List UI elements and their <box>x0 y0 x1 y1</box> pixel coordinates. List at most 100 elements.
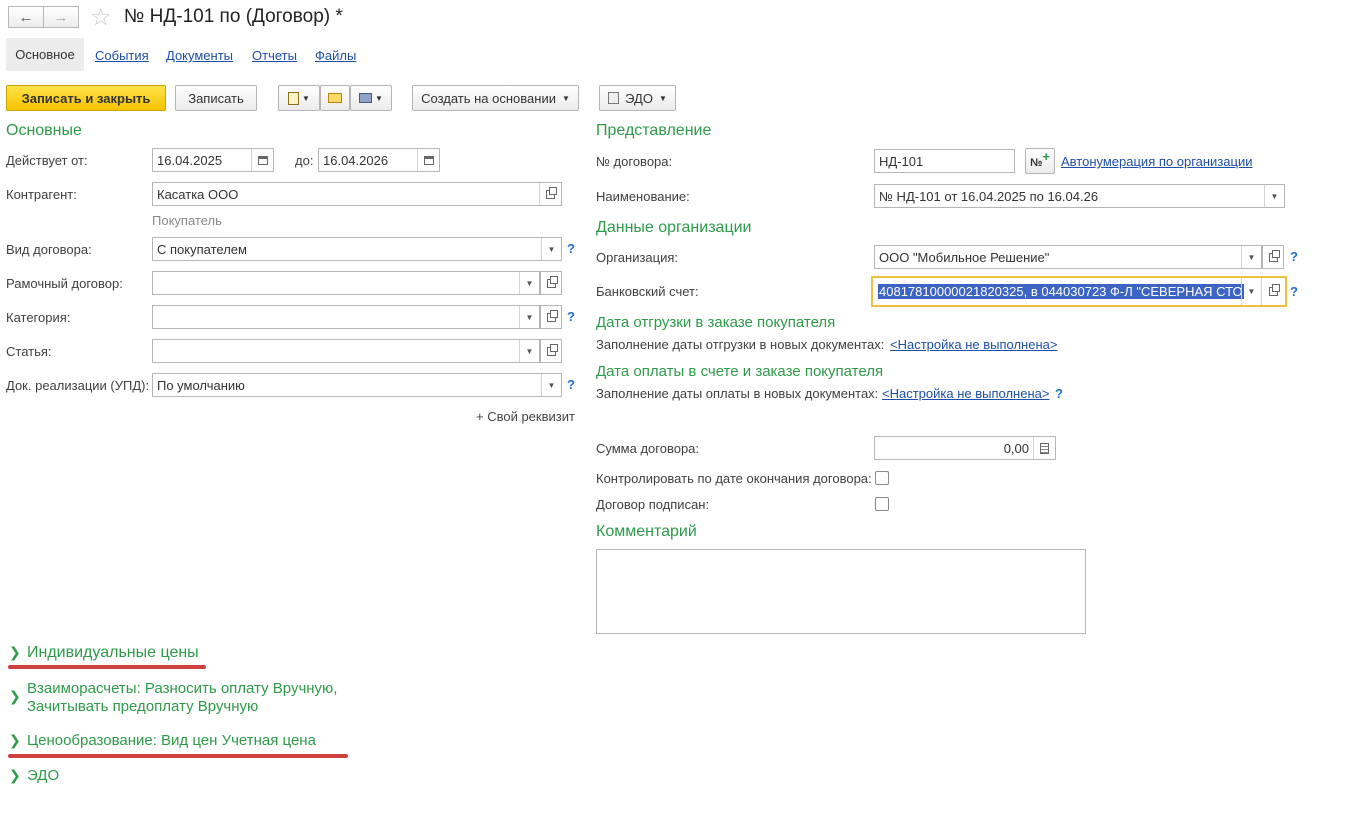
tab-main[interactable]: Основное <box>6 38 84 71</box>
chevron-down-icon[interactable]: ▼ <box>541 238 561 260</box>
frame-contract-field[interactable]: ▼ <box>152 271 540 295</box>
article-label: Статья: <box>6 344 52 359</box>
chevron-down-icon[interactable]: ▼ <box>1241 278 1261 305</box>
chevron-right-icon[interactable]: ❯ <box>9 644 21 661</box>
calculator-icon[interactable] <box>1033 437 1055 459</box>
open-icon <box>1268 249 1280 262</box>
star-icon[interactable]: ☆ <box>90 3 112 32</box>
number-plus-icon: №+ <box>1030 148 1050 169</box>
window-title: № НД-101 по (Договор) * <box>124 6 343 27</box>
chevron-down-icon[interactable]: ▼ <box>1241 246 1261 268</box>
open-org-button[interactable] <box>1262 245 1284 269</box>
counterparty-label: Контрагент: <box>6 187 77 202</box>
chevron-down-icon[interactable]: ▼ <box>519 306 539 328</box>
group-individual-prices[interactable]: Индивидуальные цены <box>27 644 199 662</box>
open-icon[interactable] <box>1261 278 1285 305</box>
calendar-icon[interactable] <box>251 149 273 171</box>
chevron-right-icon[interactable]: ❯ <box>9 767 21 784</box>
org-field[interactable]: ООО "Мобильное Решение" ▼ <box>874 245 1262 269</box>
chevron-down-icon[interactable]: ▼ <box>541 374 561 396</box>
control-end-label: Контролировать по дате окончания договор… <box>596 471 872 486</box>
realization-doc-label: Док. реализации (УПД): <box>6 378 150 393</box>
chevron-down-icon: ▼ <box>561 93 570 103</box>
bank-account-value: 40817810000021820325, в 044030723 Ф-Л "С… <box>878 284 1244 299</box>
edo-button[interactable]: ЭДО ▼ <box>599 85 676 111</box>
create-based-button[interactable]: Создать на основании ▼ <box>412 85 579 111</box>
help-icon[interactable]: ? <box>567 309 575 324</box>
email-button[interactable] <box>320 85 350 111</box>
open-article-button[interactable] <box>540 339 562 363</box>
name-label: Наименование: <box>596 189 690 204</box>
chevron-down-icon: ▼ <box>375 93 383 103</box>
open-icon <box>546 275 558 288</box>
category-label: Категория: <box>6 310 71 325</box>
autonum-button[interactable]: №+ <box>1025 148 1055 174</box>
help-icon[interactable]: ? <box>1055 386 1063 401</box>
signed-label: Договор подписан: <box>596 497 710 512</box>
control-end-checkbox[interactable] <box>875 471 889 485</box>
comment-textarea[interactable] <box>596 549 1086 634</box>
print-button[interactable]: ▼ <box>350 85 392 111</box>
create-based-label: Создать на основании <box>421 90 556 106</box>
save-button[interactable]: Записать <box>175 85 257 111</box>
chevron-down-icon[interactable]: ▼ <box>519 272 539 294</box>
help-icon[interactable]: ? <box>1290 249 1298 264</box>
open-icon <box>546 343 558 356</box>
amount-field[interactable]: 0,00 <box>874 436 1056 460</box>
contract-no-field[interactable]: НД-101 <box>874 149 1015 173</box>
highlight-underline <box>8 754 348 758</box>
realization-doc-select[interactable]: По умолчанию ▼ <box>152 373 562 397</box>
chevron-right-icon[interactable]: ❯ <box>9 732 21 749</box>
ship-fill-label: Заполнение даты отгрузки в новых докумен… <box>596 337 885 352</box>
help-icon[interactable]: ? <box>1290 284 1298 299</box>
chevron-down-icon[interactable]: ▼ <box>519 340 539 362</box>
valid-from-field[interactable]: 16.04.2025 <box>152 148 274 172</box>
custom-attr-link[interactable]: + Свой реквизит <box>476 409 575 424</box>
article-field[interactable]: ▼ <box>152 339 540 363</box>
org-value: ООО "Мобильное Решение" <box>879 250 1050 265</box>
org-data-title: Данные организации <box>596 219 752 236</box>
highlight-underline <box>8 665 206 669</box>
save-close-button[interactable]: Записать и закрыть <box>6 85 166 111</box>
pay-fill-link[interactable]: <Настройка не выполнена> <box>882 386 1049 401</box>
calendar-icon[interactable] <box>417 149 439 171</box>
signed-checkbox[interactable] <box>875 497 889 511</box>
group-pricing[interactable]: Ценообразование: Вид цен Учетная цена <box>27 732 316 750</box>
pay-date-title: Дата оплаты в счете и заказе покупателя <box>596 363 884 380</box>
section-main-title: Основные <box>6 122 82 139</box>
open-frame-contract-button[interactable] <box>540 271 562 295</box>
envelope-icon <box>328 93 342 103</box>
group-edo[interactable]: ЭДО <box>27 767 59 785</box>
group-settlements-line1: Взаиморасчеты: Разносить оплату Вручную, <box>27 680 338 697</box>
document-icon <box>288 91 300 105</box>
back-button[interactable]: ← <box>8 6 44 28</box>
tab-files[interactable]: Файлы <box>315 48 356 63</box>
tab-documents[interactable]: Документы <box>166 48 233 63</box>
tab-reports[interactable]: Отчеты <box>252 48 297 63</box>
bank-account-field[interactable]: 40817810000021820325, в 044030723 Ф-Л "С… <box>871 276 1287 307</box>
attachments-button[interactable]: ▼ <box>278 85 320 111</box>
category-field[interactable]: ▼ <box>152 305 540 329</box>
tab-events[interactable]: События <box>95 48 149 63</box>
forward-button[interactable]: → <box>43 6 79 28</box>
autonum-link[interactable]: Автонумерация по организации <box>1061 154 1252 169</box>
ship-fill-link[interactable]: <Настройка не выполнена> <box>890 337 1057 352</box>
amount-label: Сумма договора: <box>596 441 700 456</box>
org-label: Организация: <box>596 250 679 265</box>
contract-no-value: НД-101 <box>879 154 924 169</box>
name-select[interactable]: № НД-101 от 16.04.2025 по 16.04.26 ▼ <box>874 184 1285 208</box>
counterparty-field[interactable]: Касатка ООО <box>152 182 562 206</box>
open-category-button[interactable] <box>540 305 562 329</box>
contract-type-label: Вид договора: <box>6 242 92 257</box>
valid-to-label: до: <box>295 153 314 168</box>
help-icon[interactable]: ? <box>567 241 575 256</box>
help-icon[interactable]: ? <box>567 377 575 392</box>
contract-type-select[interactable]: С покупателем ▼ <box>152 237 562 261</box>
open-icon <box>546 309 558 322</box>
open-icon[interactable] <box>539 183 561 205</box>
valid-to-field[interactable]: 16.04.2026 <box>318 148 440 172</box>
chevron-down-icon: ▼ <box>658 93 667 103</box>
chevron-down-icon[interactable]: ▼ <box>1264 185 1284 207</box>
chevron-right-icon[interactable]: ❯ <box>9 688 21 705</box>
group-settlements[interactable]: Взаиморасчеты: Разносить оплату Вручную,… <box>27 680 337 716</box>
